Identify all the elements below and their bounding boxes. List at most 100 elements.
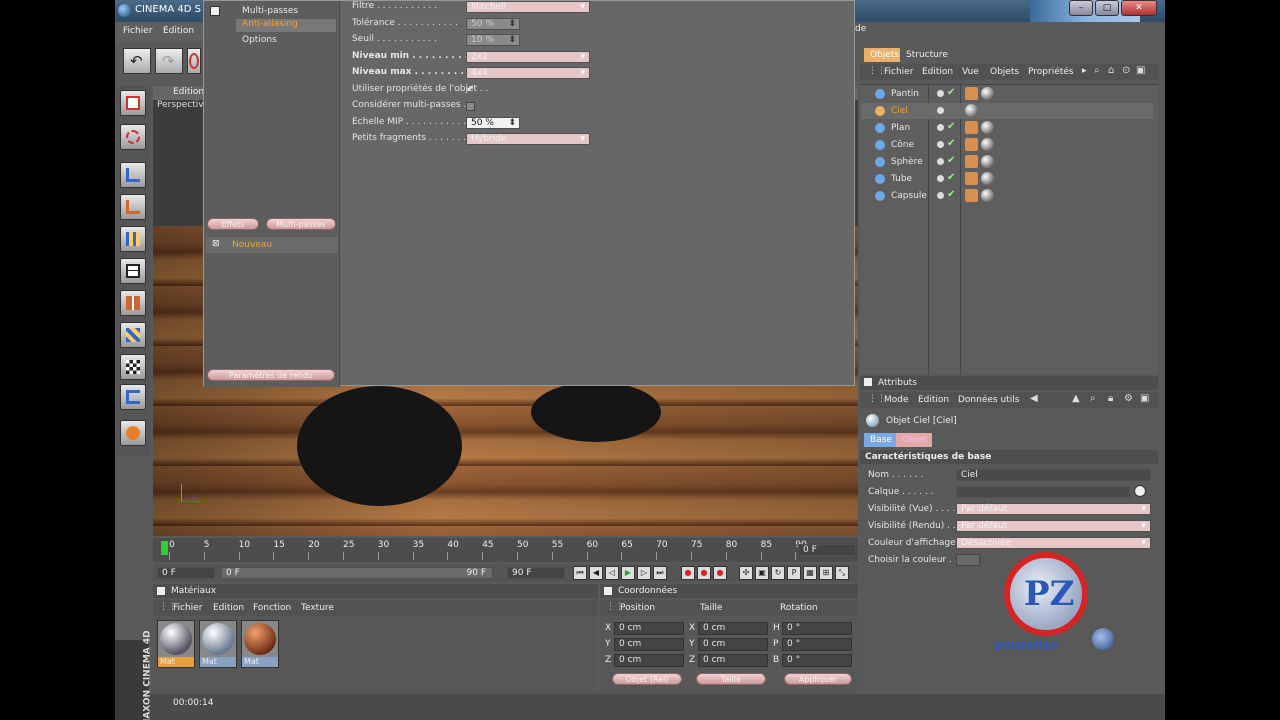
lock-icon[interactable]: 🔒︎ — [1108, 393, 1113, 404]
pin-icon[interactable]: ⊙ — [1122, 65, 1130, 76]
attr-layer-field[interactable] — [956, 486, 1130, 498]
menu-edition[interactable]: Edition — [163, 26, 194, 36]
setting-field[interactable]: 50 % ⬍ — [466, 116, 520, 129]
mat-menu-texture[interactable]: Texture — [301, 603, 334, 613]
coord-size-field[interactable]: 0 cm — [698, 654, 768, 667]
timeline-ruler[interactable]: 051015202530354045505560657075808590 0 F — [153, 538, 858, 562]
uv-polygons-button[interactable] — [120, 322, 146, 348]
start-frame-field[interactable]: 0 F — [157, 567, 215, 579]
grid-mode-button[interactable] — [120, 258, 146, 284]
visibility-dot-icon[interactable] — [937, 192, 944, 199]
om-menu-fichier[interactable]: Fichier — [884, 67, 913, 77]
tab-structure[interactable]: Structure — [900, 48, 954, 62]
tree-multi-passes[interactable]: Multi-passes — [242, 6, 298, 16]
coord-position-field[interactable]: 0 cm — [614, 638, 684, 651]
mat-menu-fichier[interactable]: Fichier — [173, 603, 202, 613]
object-name[interactable]: Capsule — [891, 191, 927, 201]
points-mode-button[interactable] — [120, 162, 146, 188]
attr-tab-objet[interactable]: Objet — [896, 433, 933, 447]
texture-mode-button[interactable] — [120, 124, 146, 150]
settings-icon[interactable]: ⚙︎ — [1124, 393, 1133, 404]
coord-position-field[interactable]: 0 cm — [614, 622, 684, 635]
keyframe-selection-button[interactable]: ● — [713, 566, 727, 580]
sculpt-button[interactable] — [120, 420, 146, 446]
visibility-dot-icon[interactable] — [937, 175, 944, 182]
coord-size-field[interactable]: 0 cm — [698, 638, 768, 651]
menu-fichier[interactable]: Fichier — [123, 26, 152, 36]
enabled-check-icon[interactable]: ✔ — [947, 155, 955, 166]
edges-mode-button[interactable] — [120, 194, 146, 220]
polygons-mode-button[interactable] — [120, 226, 146, 252]
attr-select[interactable]: Désactivée ▾ — [956, 537, 1151, 549]
setting-checkbox[interactable] — [466, 102, 475, 111]
material-thumbnail[interactable]: Mat — [241, 620, 279, 668]
coord-size-select[interactable]: Taille — [696, 673, 766, 685]
apply-button[interactable]: Appliquer — [784, 673, 852, 685]
object-name[interactable]: Pantin — [891, 89, 919, 99]
end-frame-field[interactable]: 90 F — [507, 567, 565, 579]
layer-picker-icon[interactable] — [1134, 485, 1146, 497]
material-thumbnail[interactable]: Mat — [199, 620, 237, 668]
visibility-dot-icon[interactable] — [937, 90, 944, 97]
object-name[interactable]: Ciel — [891, 106, 908, 116]
search-icon[interactable]: ⌕ — [1094, 65, 1100, 76]
attr-menu-edition[interactable]: Edition — [918, 395, 949, 405]
setting-checkbox-checked[interactable]: ✔ — [466, 84, 474, 95]
visibility-dot-icon[interactable] — [937, 141, 944, 148]
texture-tag-icon[interactable] — [981, 189, 994, 202]
object-row[interactable]: Capsule ✔ — [861, 188, 1153, 204]
texture-tag-icon[interactable] — [981, 155, 994, 168]
setting-field[interactable]: 10 % ⬍ — [466, 34, 520, 46]
param-key-button[interactable]: P — [787, 566, 801, 580]
texture-tag-icon[interactable] — [981, 172, 994, 185]
texture-tag-icon[interactable] — [981, 87, 994, 100]
coord-mode-select[interactable]: Objet (Rel) — [612, 673, 682, 685]
checker-button[interactable] — [120, 354, 146, 380]
maximize-button[interactable]: □ — [1095, 0, 1119, 16]
render-settings-button[interactable]: Paramètres de rendu — [207, 369, 335, 381]
play-button[interactable]: ▶ — [621, 566, 635, 580]
back-arrow-icon[interactable]: ◀ — [1030, 393, 1038, 404]
object-row[interactable]: Pantin ✔ — [861, 86, 1153, 102]
setting-field[interactable]: 2x2 ▾ — [466, 50, 590, 63]
range-slider[interactable]: 0 F 90 F — [221, 567, 493, 579]
enabled-check-icon[interactable]: ✔ — [947, 87, 955, 98]
material-thumbnail[interactable]: Mat — [157, 620, 195, 668]
phong-tag-icon[interactable] — [965, 87, 978, 100]
live-select-button[interactable] — [187, 48, 201, 74]
undo-button[interactable]: ↶ — [123, 48, 151, 74]
redo-button[interactable]: ↷ — [155, 48, 183, 74]
attr-select[interactable]: Par défaut ▾ — [956, 503, 1151, 515]
phong-tag-icon[interactable] — [965, 189, 978, 202]
interpolation-button[interactable]: ⊞ — [819, 566, 833, 580]
object-name[interactable]: Plan — [891, 123, 910, 133]
scale-key-button[interactable]: ▣ — [755, 566, 769, 580]
om-menu-objets[interactable]: Objets — [990, 67, 1019, 77]
prev-key-button[interactable]: ◀ — [589, 566, 603, 580]
om-menu-edition[interactable]: Edition — [922, 67, 953, 77]
visibility-dot-icon[interactable] — [937, 107, 944, 114]
setting-field[interactable]: Mitchell ▾ — [466, 1, 590, 13]
attr-tab-base[interactable]: Base — [864, 433, 898, 447]
attr-name-field[interactable]: Ciel — [956, 469, 1151, 481]
position-key-button[interactable]: ✣ — [739, 566, 753, 580]
minimize-button[interactable]: – — [1069, 0, 1093, 16]
pla-key-button[interactable]: ▦ — [803, 566, 817, 580]
object-row[interactable]: Plan ✔ — [861, 120, 1153, 136]
mat-menu-fonction[interactable]: Fonction — [253, 603, 291, 613]
color-swatch[interactable] — [956, 554, 980, 566]
enabled-check-icon[interactable]: ✔ — [947, 138, 955, 149]
uv-points-button[interactable] — [120, 290, 146, 316]
object-row[interactable]: Tube ✔ — [861, 171, 1153, 187]
visibility-dot-icon[interactable] — [937, 124, 944, 131]
more-arrow-icon[interactable]: ▸ — [1082, 66, 1087, 76]
workplane-button[interactable] — [120, 384, 146, 410]
enabled-check-icon[interactable]: ✔ — [947, 172, 955, 183]
phong-tag-icon[interactable] — [965, 172, 978, 185]
play-reverse-button[interactable]: ◁ — [605, 566, 619, 580]
texture-tag-icon[interactable] — [981, 138, 994, 151]
visibility-dot-icon[interactable] — [937, 158, 944, 165]
window-icon[interactable]: ▣ — [1140, 393, 1149, 404]
next-key-button[interactable]: ▷ — [637, 566, 651, 580]
tab-objets[interactable]: Objets — [864, 48, 906, 62]
